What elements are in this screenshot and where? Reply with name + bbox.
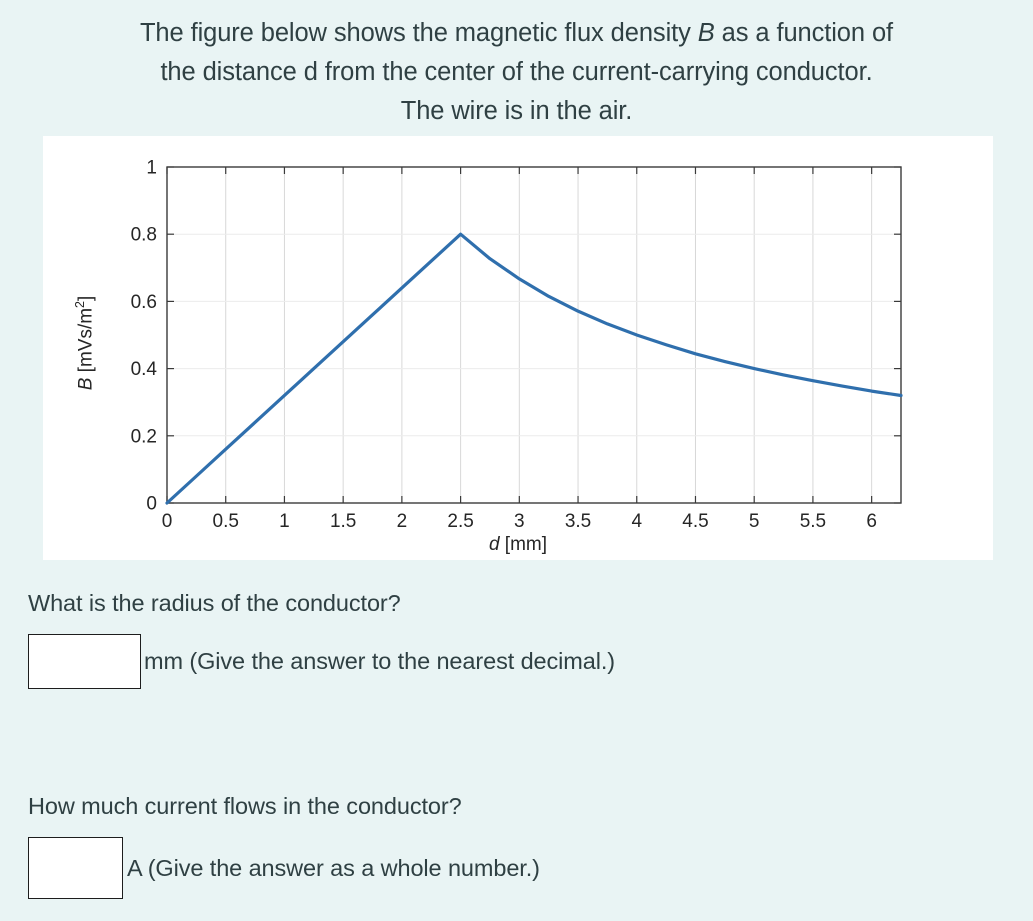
svg-text:0: 0: [162, 511, 173, 532]
question-text-current: How much current flows in the conductor?: [28, 793, 462, 819]
radius-answer-input[interactable]: [28, 634, 141, 689]
svg-text:0.5: 0.5: [213, 511, 239, 532]
svg-text:0.2: 0.2: [131, 426, 157, 447]
svg-text:6: 6: [866, 511, 877, 532]
answer-row-radius: mm (Give the answer to the nearest decim…: [28, 634, 1008, 689]
svg-text:0.4: 0.4: [131, 359, 158, 380]
current-answer-unit-note: A (Give the answer as a whole number.): [127, 854, 540, 881]
chart-gridlines: [167, 167, 901, 503]
svg-text:2: 2: [397, 511, 408, 532]
title-symbol-b: B: [697, 19, 715, 47]
svg-text:0.8: 0.8: [131, 225, 157, 246]
title-line-1-part-b: as a function of: [714, 19, 894, 47]
svg-text:3.5: 3.5: [565, 511, 591, 532]
svg-text:5: 5: [749, 511, 760, 532]
x-axis-label-unit: [mm]: [499, 534, 548, 555]
chart-plot-area: 0 0.5 1 1.5 2 2.5 3 3.5 4 4.5 5 5.5 6 0 0.2 0.4 0.6 0.8 1 …: [43, 136, 993, 560]
x-axis-label-symbol: d: [488, 534, 500, 555]
title-line-1: The figure below shows the magnetic flux…: [37, 14, 997, 53]
svg-text:1: 1: [146, 158, 157, 179]
title-line-2: the distance d from the center of the cu…: [160, 58, 873, 86]
svg-text:4: 4: [631, 511, 642, 532]
svg-text:2.5: 2.5: [447, 511, 473, 532]
current-answer-input[interactable]: [28, 837, 123, 899]
y-axis-label-unit-pre: [mVs/m: [75, 307, 97, 378]
title-line-3: The wire is in the air.: [400, 97, 633, 125]
magnetic-flux-density-chart: 0 0.5 1 1.5 2 2.5 3 3.5 4 4.5 5 5.5 6 0 0.2 0.4 0.6 0.8 1: [131, 158, 903, 533]
svg-text:1: 1: [279, 511, 290, 532]
question-block-current: How much current flows in the conductor?…: [28, 791, 1008, 899]
chart-axis-frame: [166, 166, 902, 504]
svg-text:4.5: 4.5: [682, 511, 708, 532]
x-axis-label: d [mm]: [43, 534, 993, 556]
svg-text:3: 3: [514, 511, 525, 532]
radius-answer-unit-note: mm (Give the answer to the nearest decim…: [144, 648, 616, 674]
chart-tick-labels: 0 0.5 1 1.5 2 2.5 3 3.5 4 4.5 5 5.5 6 0 0.2 0.4 0.6 0.8 1: [131, 158, 877, 533]
y-axis-label: B [mVs/m2]: [72, 295, 97, 391]
y-axis-label-symbol: B: [75, 377, 97, 391]
question-block-radius: What is the radius of the conductor? mm …: [28, 588, 1008, 689]
figure-panel: 0 0.5 1 1.5 2 2.5 3 3.5 4 4.5 5 5.5 6 0 0.2 0.4 0.6 0.8 1 …: [43, 136, 993, 560]
svg-text:0.6: 0.6: [131, 292, 157, 313]
svg-text:0: 0: [146, 494, 157, 515]
y-axis-label-unit-post: ]: [75, 295, 97, 301]
question-text-radius: What is the radius of the conductor?: [28, 590, 401, 616]
y-axis-label-exponent: 2: [72, 300, 87, 308]
svg-text:5.5: 5.5: [800, 511, 826, 532]
page-title: The figure below shows the magnetic flux…: [37, 0, 997, 131]
title-line-1-part-a: The figure below shows the magnetic flux…: [139, 19, 698, 47]
answer-row-current: A (Give the answer as a whole number.): [28, 837, 1008, 899]
svg-text:1.5: 1.5: [330, 511, 356, 532]
chart-ticks: [166, 166, 901, 504]
